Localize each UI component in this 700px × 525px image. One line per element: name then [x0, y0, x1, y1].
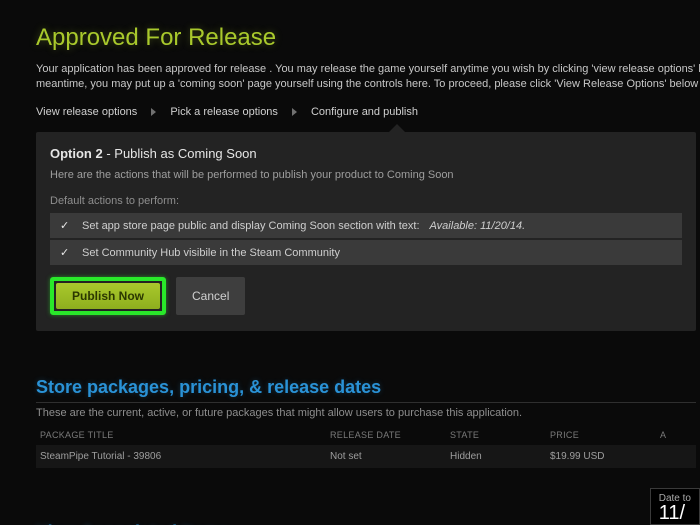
highlight-box: Publish Now [50, 277, 166, 315]
chevron-right-icon [292, 108, 297, 116]
breadcrumb-item-configure[interactable]: Configure and publish [311, 106, 418, 118]
page-title: Approved For Release [36, 24, 700, 52]
check-icon: ✓ [60, 219, 72, 232]
option-number: Option 2 [50, 146, 103, 161]
date-widget-value: 11/ [659, 504, 691, 522]
cell-state: Hidden [446, 445, 546, 468]
col-extra: A [656, 425, 696, 445]
packages-section-title: Store packages, pricing, & release dates [36, 377, 696, 403]
cell-package-title: SteamPipe Tutorial - 39806 [36, 445, 326, 468]
check-icon: ✓ [60, 246, 72, 259]
action-row: ✓ Set app store page public and display … [50, 213, 682, 238]
action-text: Set Community Hub visibile in the Steam … [82, 247, 340, 259]
table-row[interactable]: SteamPipe Tutorial - 39806 Not set Hidde… [36, 445, 696, 468]
panel-heading: Option 2 - Publish as Coming Soon [50, 146, 682, 161]
page-subtitle: Your application has been approved for r… [36, 62, 700, 92]
cell-extra [656, 445, 696, 468]
table-header-row: PACKAGE TITLE RELEASE DATE STATE PRICE A [36, 425, 696, 445]
button-row: Publish Now Cancel [50, 277, 682, 315]
chevron-right-icon [151, 108, 156, 116]
option-suffix: - Publish as Coming Soon [103, 146, 257, 161]
action-text: Set app store page public and display Co… [82, 220, 420, 232]
cell-price: $19.99 USD [546, 445, 656, 468]
publish-now-button[interactable]: Publish Now [56, 283, 160, 309]
breadcrumb: View release options Pick a release opti… [36, 106, 700, 124]
publish-panel: Option 2 - Publish as Coming Soon Here a… [36, 132, 696, 331]
packages-section-desc: These are the current, active, or future… [36, 407, 700, 419]
default-actions-label: Default actions to perform: [50, 195, 682, 207]
cell-release-date: Not set [326, 445, 446, 468]
panel-description: Here are the actions that will be perfor… [50, 169, 682, 181]
breadcrumb-item-view-release[interactable]: View release options [36, 106, 137, 118]
packages-table: PACKAGE TITLE RELEASE DATE STATE PRICE A… [36, 425, 696, 468]
cancel-button[interactable]: Cancel [176, 277, 245, 315]
col-release-date: RELEASE DATE [326, 425, 446, 445]
action-row: ✓ Set Community Hub visibile in the Stea… [50, 240, 682, 265]
col-price: PRICE [546, 425, 656, 445]
subtitle-line1: Your application has been approved for r… [36, 63, 700, 75]
date-widget[interactable]: Date to 11/ [650, 488, 700, 525]
panel-pointer-icon [388, 124, 406, 133]
col-state: STATE [446, 425, 546, 445]
action-date: Available: 11/20/14. [430, 220, 526, 232]
col-package-title: PACKAGE TITLE [36, 425, 326, 445]
subtitle-line2: meantime, you may put up a 'coming soon'… [36, 78, 700, 90]
breadcrumb-item-pick-release[interactable]: Pick a release options [170, 106, 278, 118]
